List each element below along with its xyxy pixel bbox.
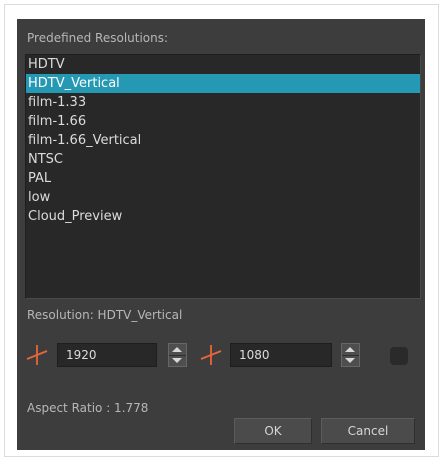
resolution-item[interactable]: film-1.66_Vertical — [26, 131, 420, 150]
arrow-up-icon — [345, 347, 355, 352]
resolution-item[interactable]: PAL — [26, 169, 420, 188]
resolution-list[interactable]: HDTV HDTV_Vertical film-1.33 film-1.66 f… — [25, 54, 421, 299]
width-input[interactable]: 1920 — [57, 343, 157, 367]
resolution-item[interactable]: film-1.66 — [26, 112, 420, 131]
resolution-item[interactable]: film-1.33 — [26, 93, 420, 112]
arrow-up-icon — [172, 347, 182, 352]
crosshair-icon — [26, 345, 48, 365]
height-input[interactable]: 1080 — [230, 343, 332, 367]
arrow-down-icon — [345, 358, 355, 363]
aspect-ratio-label: Aspect Ratio : 1.778 — [27, 401, 149, 415]
resolution-item-selected[interactable]: HDTV_Vertical — [26, 74, 420, 93]
resolution-item[interactable]: NTSC — [26, 150, 420, 169]
cancel-button[interactable]: Cancel — [321, 418, 415, 444]
predefined-resolutions-title: Predefined Resolutions: — [27, 31, 169, 45]
width-stepper-down[interactable] — [169, 355, 186, 366]
resolution-dialog: Predefined Resolutions: HDTV HDTV_Vertic… — [17, 19, 425, 450]
ok-button[interactable]: OK — [234, 418, 312, 444]
width-stepper[interactable] — [168, 343, 187, 367]
arrow-down-icon — [172, 358, 182, 363]
crosshair-icon — [200, 345, 222, 365]
resolution-item[interactable]: low — [26, 188, 420, 207]
resolution-name-label: Resolution: HDTV_Vertical — [27, 308, 183, 322]
dimensions-row: 1920 1080 — [17, 341, 425, 369]
resolution-item[interactable]: HDTV — [26, 55, 420, 74]
height-stepper-down[interactable] — [342, 355, 359, 366]
aspect-lock-icon[interactable] — [390, 347, 408, 365]
resolution-item[interactable]: Cloud_Preview — [26, 207, 420, 226]
height-stepper[interactable] — [341, 343, 360, 367]
